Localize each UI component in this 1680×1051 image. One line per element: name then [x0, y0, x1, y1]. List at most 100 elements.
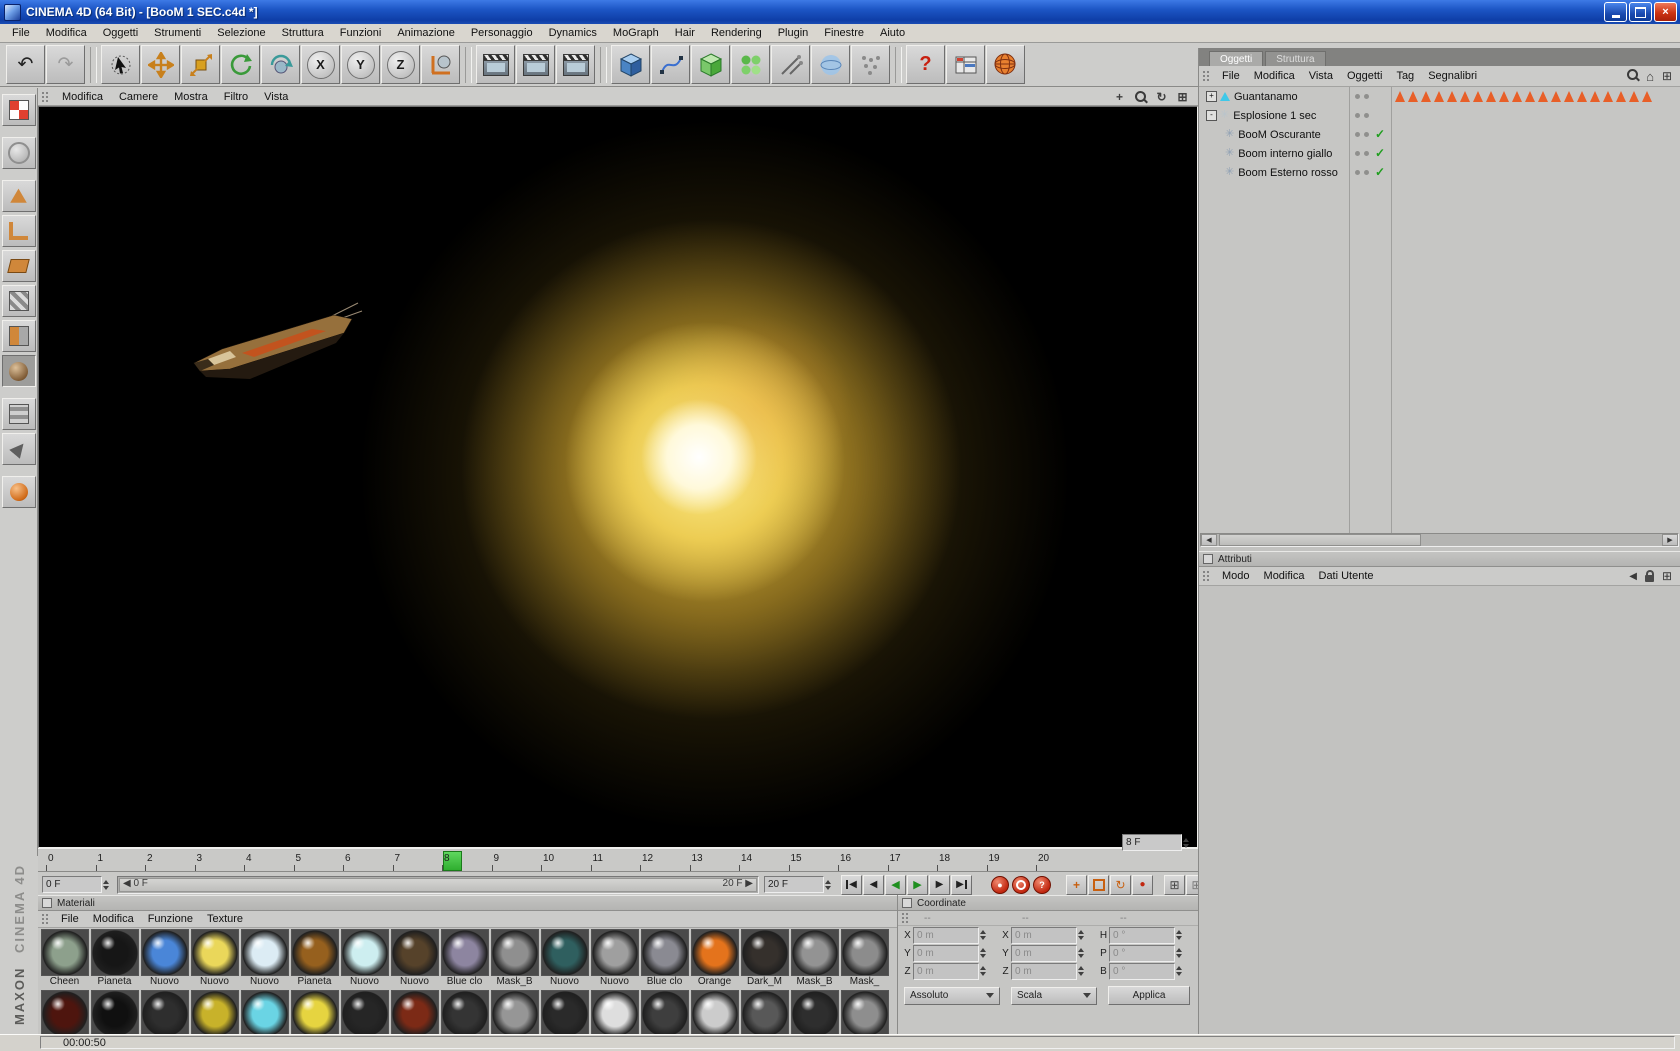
visibility-dots-icon[interactable]: [1355, 94, 1369, 99]
panel-options-icon[interactable]: ⊞: [1662, 69, 1672, 83]
search-icon[interactable]: [1627, 69, 1639, 83]
keyframe-selection-button[interactable]: ⊞: [1164, 874, 1185, 895]
enabled-check-icon[interactable]: ✓: [1375, 146, 1385, 160]
record-parameter-toggle[interactable]: ●: [1132, 874, 1153, 895]
object-label[interactable]: Esplosione 1 sec: [1233, 110, 1316, 122]
snap-settings-button[interactable]: [1, 433, 36, 465]
timeline-frame-tick[interactable]: 17: [887, 849, 938, 871]
add-scene-object-button[interactable]: [851, 45, 890, 84]
material-thumbnail[interactable]: [840, 929, 889, 976]
visibility-dots-icon[interactable]: [1355, 151, 1369, 156]
menu-item[interactable]: Funzioni: [332, 25, 390, 41]
viewport-canvas[interactable]: [38, 106, 1198, 848]
menu-item[interactable]: Finestre: [816, 25, 872, 41]
object-label[interactable]: BooM Oscurante: [1238, 129, 1321, 141]
rotation-stepper[interactable]: [1176, 930, 1185, 940]
move-tool-button[interactable]: [141, 45, 180, 84]
timeline-frame-tick[interactable]: 10: [541, 849, 591, 871]
menu-item[interactable]: Strumenti: [146, 25, 209, 41]
materials-menu-item[interactable]: Funzione: [141, 912, 200, 926]
model-mode-button[interactable]: [1, 137, 36, 169]
menu-item[interactable]: Animazione: [389, 25, 462, 41]
coordinate-system-button[interactable]: [421, 45, 460, 84]
timeline-frame-tick[interactable]: 14: [739, 849, 789, 871]
material-thumbnail[interactable]: [90, 990, 139, 1034]
apply-button[interactable]: Applica: [1108, 986, 1190, 1005]
range-end-field[interactable]: 20 F: [764, 876, 834, 893]
lock-y-axis-button[interactable]: Y: [341, 45, 380, 84]
range-start-value[interactable]: 0 F: [42, 876, 102, 893]
paint-tool-button[interactable]: [1, 476, 36, 508]
position-value-field[interactable]: 0 m: [913, 926, 979, 944]
object-menu-item[interactable]: Tag: [1389, 69, 1421, 83]
timeline-frame-tick[interactable]: 0: [46, 849, 96, 871]
tree-item-boom-esterno-rosso[interactable]: ✳ Boom Esterno rosso ✓: [1199, 163, 1680, 182]
material-thumbnail[interactable]: [390, 990, 439, 1034]
next-frame-button[interactable]: ▶: [929, 874, 950, 895]
attributes-menu-item[interactable]: Dati Utente: [1312, 569, 1381, 583]
range-end-value[interactable]: 20 F: [764, 876, 824, 893]
material-item[interactable]: [40, 990, 89, 1034]
minimize-button[interactable]: [1604, 2, 1627, 22]
visibility-dots-icon[interactable]: [1355, 132, 1369, 137]
panel-checkbox-icon[interactable]: [42, 898, 52, 908]
material-thumbnail[interactable]: [590, 929, 639, 976]
autokey-button[interactable]: [1012, 875, 1030, 894]
home-icon[interactable]: ⌂: [1646, 69, 1654, 84]
material-thumbnail[interactable]: [240, 929, 289, 976]
texture-mode-button[interactable]: [1, 285, 36, 317]
close-button[interactable]: ×: [1654, 2, 1677, 22]
object-menu-item[interactable]: Segnalibri: [1421, 69, 1484, 83]
object-axis-mode-button[interactable]: [1, 355, 36, 387]
materials-menu-item[interactable]: File: [54, 912, 86, 926]
position-value-field[interactable]: 0 m: [913, 944, 979, 962]
panel-grip[interactable]: [41, 90, 49, 103]
edges-mode-button[interactable]: [1, 215, 36, 247]
material-item[interactable]: Dark_M: [740, 929, 789, 988]
tree-item-boom-oscurante[interactable]: ✳ BooM Oscurante ✓: [1199, 125, 1680, 144]
viewport-menu-item[interactable]: Mostra: [166, 90, 216, 104]
add-modeling-object-button[interactable]: [731, 45, 770, 84]
rotation-value-field[interactable]: 0 °: [1109, 962, 1175, 980]
material-item[interactable]: [190, 990, 239, 1034]
material-item[interactable]: [90, 990, 139, 1034]
range-end-stepper[interactable]: [825, 879, 834, 890]
online-help-button[interactable]: [986, 45, 1025, 84]
scrollbar-thumb[interactable]: [1219, 534, 1421, 546]
timeline-frame-tick[interactable]: 9: [491, 849, 542, 871]
size-value-field[interactable]: 0 m: [1011, 944, 1077, 962]
timeline-frame-tick[interactable]: 2: [145, 849, 195, 871]
scroll-right-icon[interactable]: ▶: [1662, 534, 1678, 546]
toggle-view-icon[interactable]: ⊞: [1175, 90, 1190, 104]
range-start-field[interactable]: 0 F: [42, 876, 112, 893]
current-frame-value[interactable]: 8 F: [1122, 834, 1182, 851]
material-item[interactable]: Orange: [690, 929, 739, 988]
panel-checkbox-icon[interactable]: [902, 898, 912, 908]
tree-item-esplosione[interactable]: - ✳ Esplosione 1 sec: [1199, 106, 1680, 125]
material-item[interactable]: Blue clo: [640, 929, 689, 988]
material-thumbnail[interactable]: [240, 990, 289, 1034]
material-item[interactable]: [290, 990, 339, 1034]
material-thumbnail[interactable]: [290, 990, 339, 1034]
timeline-frame-tick[interactable]: 16: [838, 849, 888, 871]
material-thumbnail[interactable]: [790, 990, 839, 1034]
tree-item-guantanamo[interactable]: + Guantanamo: [1199, 87, 1680, 106]
timeline-frame-tick[interactable]: 5: [293, 849, 344, 871]
rotation-value-field[interactable]: 0 °: [1109, 944, 1175, 962]
record-position-toggle[interactable]: +: [1066, 874, 1087, 895]
material-item[interactable]: [340, 990, 389, 1034]
material-item[interactable]: [690, 990, 739, 1034]
polygons-mode-button[interactable]: [1, 250, 36, 282]
material-thumbnail[interactable]: [90, 929, 139, 976]
menu-item[interactable]: Dynamics: [541, 25, 605, 41]
viewport-menu-item[interactable]: Modifica: [54, 90, 111, 104]
material-item[interactable]: [490, 990, 539, 1034]
render-picture-viewer-button[interactable]: [516, 45, 555, 84]
viewport-menu-item[interactable]: Vista: [256, 90, 296, 104]
material-thumbnail[interactable]: [440, 990, 489, 1034]
range-slider-handle[interactable]: [119, 877, 757, 892]
rotation-stepper[interactable]: [1176, 948, 1185, 958]
horizontal-scrollbar[interactable]: ◀ ▶: [1200, 533, 1679, 547]
visibility-dots-icon[interactable]: [1355, 170, 1369, 175]
material-item[interactable]: [840, 990, 889, 1034]
